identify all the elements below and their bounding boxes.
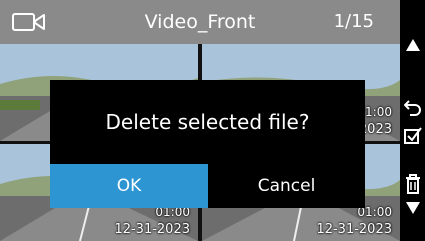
delete-icon[interactable] <box>400 172 425 196</box>
side-button-bar <box>400 0 425 241</box>
up-arrow-icon[interactable] <box>400 34 425 56</box>
back-icon[interactable] <box>400 96 425 118</box>
top-bar: Video_Front 1/15 <box>0 0 400 44</box>
delete-dialog: Delete selected file? OK Cancel <box>50 80 365 208</box>
dialog-message: Delete selected file? <box>105 110 310 134</box>
down-arrow-icon[interactable] <box>400 198 425 218</box>
thumbnail-date: 12-31-2023 <box>316 222 392 237</box>
select-icon[interactable] <box>400 124 425 148</box>
screen: Video_Front 1/15 01:00 01:00 12-31-2023 … <box>0 0 400 241</box>
file-counter: 1/15 <box>333 11 374 32</box>
ok-button[interactable]: OK <box>50 164 208 208</box>
thumbnail-date: 12-31-2023 <box>114 222 190 237</box>
cancel-button[interactable]: Cancel <box>208 164 365 208</box>
